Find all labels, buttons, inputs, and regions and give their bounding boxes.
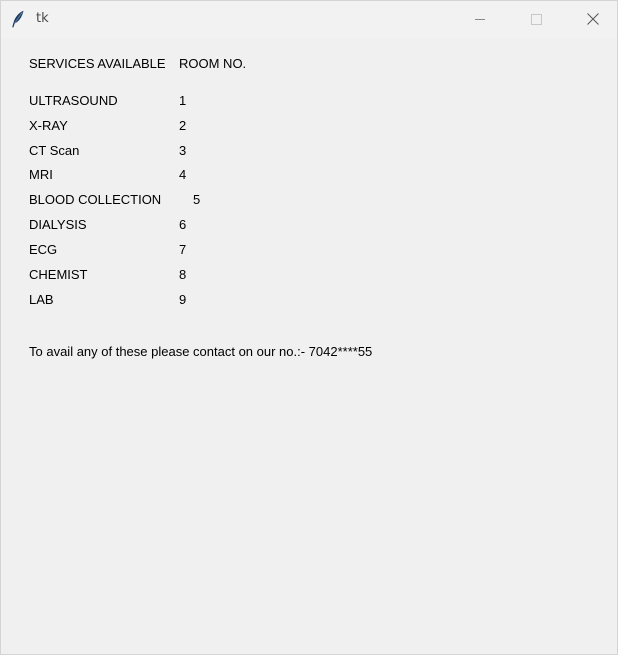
- minimize-icon: [475, 19, 485, 20]
- room-number: 9: [179, 292, 187, 307]
- service-name: MRI: [29, 167, 53, 182]
- service-name: DIALYSIS: [29, 217, 87, 232]
- contact-text: To avail any of these please contact on …: [29, 344, 373, 359]
- service-name: CT Scan: [29, 143, 80, 158]
- room-number: 5: [193, 192, 201, 207]
- room-number: 3: [179, 143, 187, 158]
- maximize-icon: [531, 14, 542, 25]
- services-header: SERVICES AVAILABLE: [29, 56, 166, 71]
- feather-icon: [11, 10, 25, 28]
- room-number: 7: [179, 242, 187, 257]
- room-number: 1: [179, 93, 187, 108]
- close-icon: [587, 13, 599, 25]
- title-bar[interactable]: tk: [1, 1, 617, 38]
- service-name: LAB: [29, 292, 54, 307]
- minimize-button[interactable]: [457, 1, 503, 38]
- service-name: ECG: [29, 242, 58, 257]
- service-name: ULTRASOUND: [29, 93, 118, 108]
- room-number: 4: [179, 167, 187, 182]
- service-name: BLOOD COLLECTION: [29, 192, 162, 207]
- service-name: CHEMIST: [29, 267, 88, 282]
- close-button[interactable]: [569, 1, 615, 38]
- maximize-button[interactable]: [513, 1, 559, 38]
- room-number: 8: [179, 267, 187, 282]
- room-header: ROOM NO.: [179, 56, 247, 71]
- window-title: tk: [36, 11, 49, 26]
- room-number: 6: [179, 217, 187, 232]
- service-name: X-RAY: [29, 118, 68, 133]
- main-content: SERVICES AVAILABLE ROOM NO. ULTRASOUND 1…: [1, 38, 617, 654]
- app-window: tk SERVICES AVAILABLE ROOM NO. ULTRASOUN…: [0, 0, 618, 655]
- room-number: 2: [179, 118, 187, 133]
